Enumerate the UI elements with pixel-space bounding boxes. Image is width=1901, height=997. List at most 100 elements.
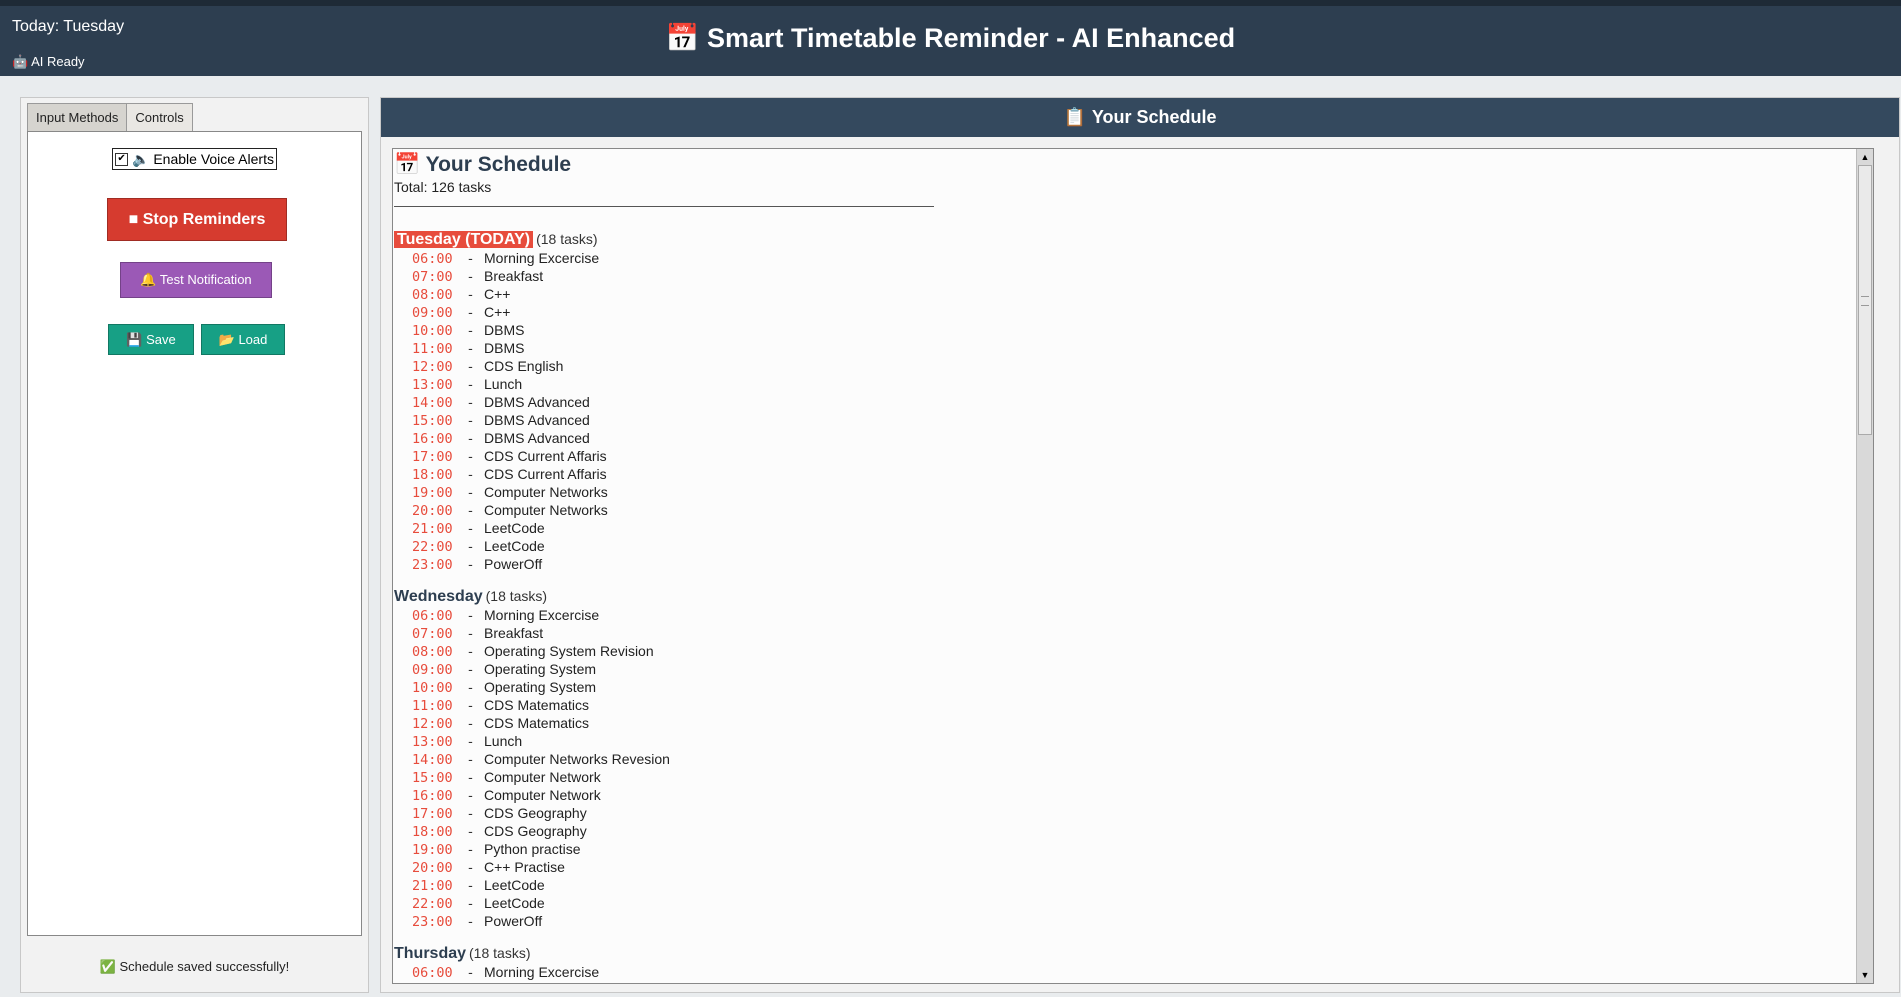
task-name: Operating System bbox=[484, 661, 597, 677]
task-time: 16:00 bbox=[412, 431, 453, 447]
task-name: LeetCode bbox=[484, 520, 545, 536]
task-time: 21:00 bbox=[412, 878, 453, 894]
controls-tab-body: ✔ 🔈 Enable Voice Alerts ■ Stop Reminders… bbox=[27, 131, 362, 936]
calendar-icon: 📅 bbox=[394, 152, 421, 176]
task-row: 15:00- DBMS Advanced bbox=[394, 411, 1854, 429]
task-separator: - bbox=[468, 895, 473, 911]
task-name: PowerOff bbox=[484, 913, 543, 929]
divider bbox=[394, 206, 934, 207]
day-block: Tuesday (TODAY) (18 tasks) 06:00- Morning E… bbox=[394, 229, 1854, 573]
task-name: CDS Geography bbox=[484, 805, 587, 821]
schedule-text-area[interactable]: 📅 Your Schedule Total: 126 tasks Tuesday… bbox=[392, 148, 1874, 984]
task-time: 15:00 bbox=[412, 413, 453, 429]
task-separator: - bbox=[468, 322, 473, 338]
task-separator: - bbox=[468, 964, 473, 980]
task-separator: - bbox=[468, 751, 473, 767]
tab-input-methods[interactable]: Input Methods bbox=[27, 103, 128, 131]
task-name: Lunch bbox=[484, 376, 523, 392]
task-row: 08:00- Operating System Revision bbox=[394, 642, 1854, 660]
task-separator: - bbox=[468, 661, 473, 677]
checkbox-checked-icon[interactable]: ✔ bbox=[115, 152, 129, 166]
task-row: 07:00- Breakfast bbox=[394, 267, 1854, 285]
task-row: 09:00- C++ bbox=[394, 303, 1854, 321]
task-row: 19:00- Computer Networks bbox=[394, 483, 1854, 501]
ai-status: 🤖 AI Ready bbox=[12, 54, 85, 69]
save-button[interactable]: 💾 Save bbox=[108, 324, 194, 355]
scroll-up-arrow-icon[interactable]: ▲ bbox=[1857, 149, 1873, 165]
voice-alerts-label: 🔈 Enable Voice Alerts bbox=[132, 150, 274, 167]
task-name: CDS Matematics bbox=[484, 697, 590, 713]
task-separator: - bbox=[468, 607, 473, 623]
vertical-scrollbar[interactable]: ▲ ▼ bbox=[1856, 149, 1873, 983]
task-time: 22:00 bbox=[412, 539, 453, 555]
task-separator: - bbox=[468, 715, 473, 731]
day-task-count: (18 tasks) bbox=[469, 945, 531, 961]
task-row: 20:00- Computer Networks bbox=[394, 501, 1854, 519]
task-time: 13:00 bbox=[412, 377, 453, 393]
day-list: Tuesday (TODAY) (18 tasks) 06:00- Morning E… bbox=[394, 229, 1854, 981]
scrollbar-thumb[interactable] bbox=[1858, 165, 1872, 435]
task-name: CDS Geography bbox=[484, 823, 587, 839]
task-name: Operating System bbox=[484, 679, 597, 695]
task-name: C++ Practise bbox=[484, 859, 565, 875]
task-name: C++ bbox=[484, 304, 511, 320]
task-time: 22:00 bbox=[412, 896, 453, 912]
task-name: Computer Networks bbox=[484, 484, 608, 500]
task-time: 19:00 bbox=[412, 842, 453, 858]
tab-controls[interactable]: Controls bbox=[126, 103, 193, 131]
task-name: Computer Networks Revesion bbox=[484, 751, 670, 767]
day-task-count: (18 tasks) bbox=[536, 231, 598, 247]
task-name: Breakfast bbox=[484, 268, 544, 284]
task-name: Lunch bbox=[484, 733, 523, 749]
task-separator: - bbox=[468, 643, 473, 659]
task-time: 06:00 bbox=[412, 965, 453, 981]
task-time: 14:00 bbox=[412, 752, 453, 768]
status-message: ✅ Schedule saved successfully! bbox=[99, 959, 290, 974]
scroll-down-arrow-icon[interactable]: ▼ bbox=[1857, 967, 1873, 983]
task-name: DBMS Advanced bbox=[484, 394, 590, 410]
stop-reminders-button[interactable]: ■ Stop Reminders bbox=[107, 198, 287, 241]
task-separator: - bbox=[468, 538, 473, 554]
calendar-icon: 📅 bbox=[665, 23, 700, 54]
task-separator: - bbox=[468, 625, 473, 641]
task-row: 12:00- CDS English bbox=[394, 357, 1854, 375]
task-row: 17:00- CDS Current Affaris bbox=[394, 447, 1854, 465]
day-name: Wednesday bbox=[394, 588, 483, 605]
voice-alerts-checkbox[interactable]: ✔ 🔈 Enable Voice Alerts bbox=[112, 148, 277, 170]
task-time: 18:00 bbox=[412, 824, 453, 840]
task-name: PowerOff bbox=[484, 556, 543, 572]
load-button[interactable]: 📂 Load bbox=[201, 324, 285, 355]
task-row: 12:00- CDS Matematics bbox=[394, 714, 1854, 732]
schedule-header: 📋 Your Schedule bbox=[381, 98, 1899, 137]
task-row: 11:00- DBMS bbox=[394, 339, 1854, 357]
app-header: Today: Tuesday 🤖 AI Ready 📅 Smart Timeta… bbox=[0, 0, 1901, 76]
task-separator: - bbox=[468, 286, 473, 302]
task-separator: - bbox=[468, 412, 473, 428]
task-separator: - bbox=[468, 787, 473, 803]
day-block: Wednesday (18 tasks) 06:00- Morning Excerci… bbox=[394, 586, 1854, 930]
day-task-count: (18 tasks) bbox=[485, 588, 548, 604]
test-notification-button[interactable]: 🔔 Test Notification bbox=[120, 262, 272, 298]
task-row: 14:00- Computer Networks Revesion bbox=[394, 750, 1854, 768]
task-row: 18:00- CDS Geography bbox=[394, 822, 1854, 840]
task-time: 10:00 bbox=[412, 323, 453, 339]
task-separator: - bbox=[468, 877, 473, 893]
day-heading: Thursday (18 tasks) bbox=[394, 943, 1854, 963]
schedule-total: Total: 126 tasks bbox=[394, 179, 492, 195]
task-separator: - bbox=[468, 484, 473, 500]
task-separator: - bbox=[468, 733, 473, 749]
task-row: 13:00- Lunch bbox=[394, 375, 1854, 393]
task-separator: - bbox=[468, 859, 473, 875]
task-name: DBMS Advanced bbox=[484, 430, 590, 446]
task-time: 10:00 bbox=[412, 680, 453, 696]
task-row: 22:00- LeetCode bbox=[394, 894, 1854, 912]
task-row: 16:00- Computer Network bbox=[394, 786, 1854, 804]
task-time: 20:00 bbox=[412, 503, 453, 519]
task-time: 11:00 bbox=[412, 698, 453, 714]
task-name: Computer Network bbox=[484, 787, 601, 803]
task-row: 21:00- LeetCode bbox=[394, 519, 1854, 537]
task-name: LeetCode bbox=[484, 895, 545, 911]
task-separator: - bbox=[468, 394, 473, 410]
task-time: 23:00 bbox=[412, 914, 453, 930]
tab-bar: Input Methods Controls bbox=[27, 103, 193, 131]
